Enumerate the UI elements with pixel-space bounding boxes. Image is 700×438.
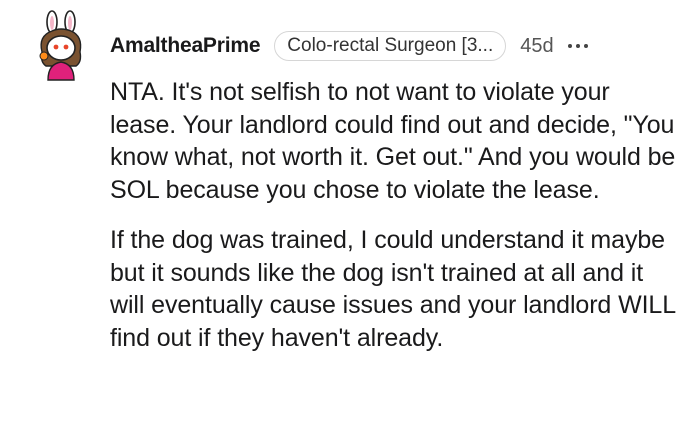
comment-paragraph: NTA. It's not selfish to not want to vio… (110, 78, 676, 204)
comment-body: NTA. It's not selfish to not want to vio… (110, 76, 680, 354)
comment-header: AmaltheaPrime Colo-rectal Surgeon [3... … (110, 30, 588, 62)
username[interactable]: AmaltheaPrime (110, 34, 260, 58)
timestamp[interactable]: 45d (520, 35, 553, 58)
avatar[interactable] (30, 10, 94, 82)
user-flair: Colo-rectal Surgeon [3... (274, 31, 507, 61)
more-options-button[interactable] (567, 44, 588, 48)
comment: AmaltheaPrime Colo-rectal Surgeon [3... … (0, 0, 700, 438)
comment-paragraph: If the dog was trained, I could understa… (110, 226, 676, 352)
more-options-icon (567, 44, 572, 48)
more-options-icon-dot (575, 44, 580, 48)
bunny-ears-avatar-icon (39, 10, 82, 81)
more-options-icon-dot (583, 44, 588, 48)
